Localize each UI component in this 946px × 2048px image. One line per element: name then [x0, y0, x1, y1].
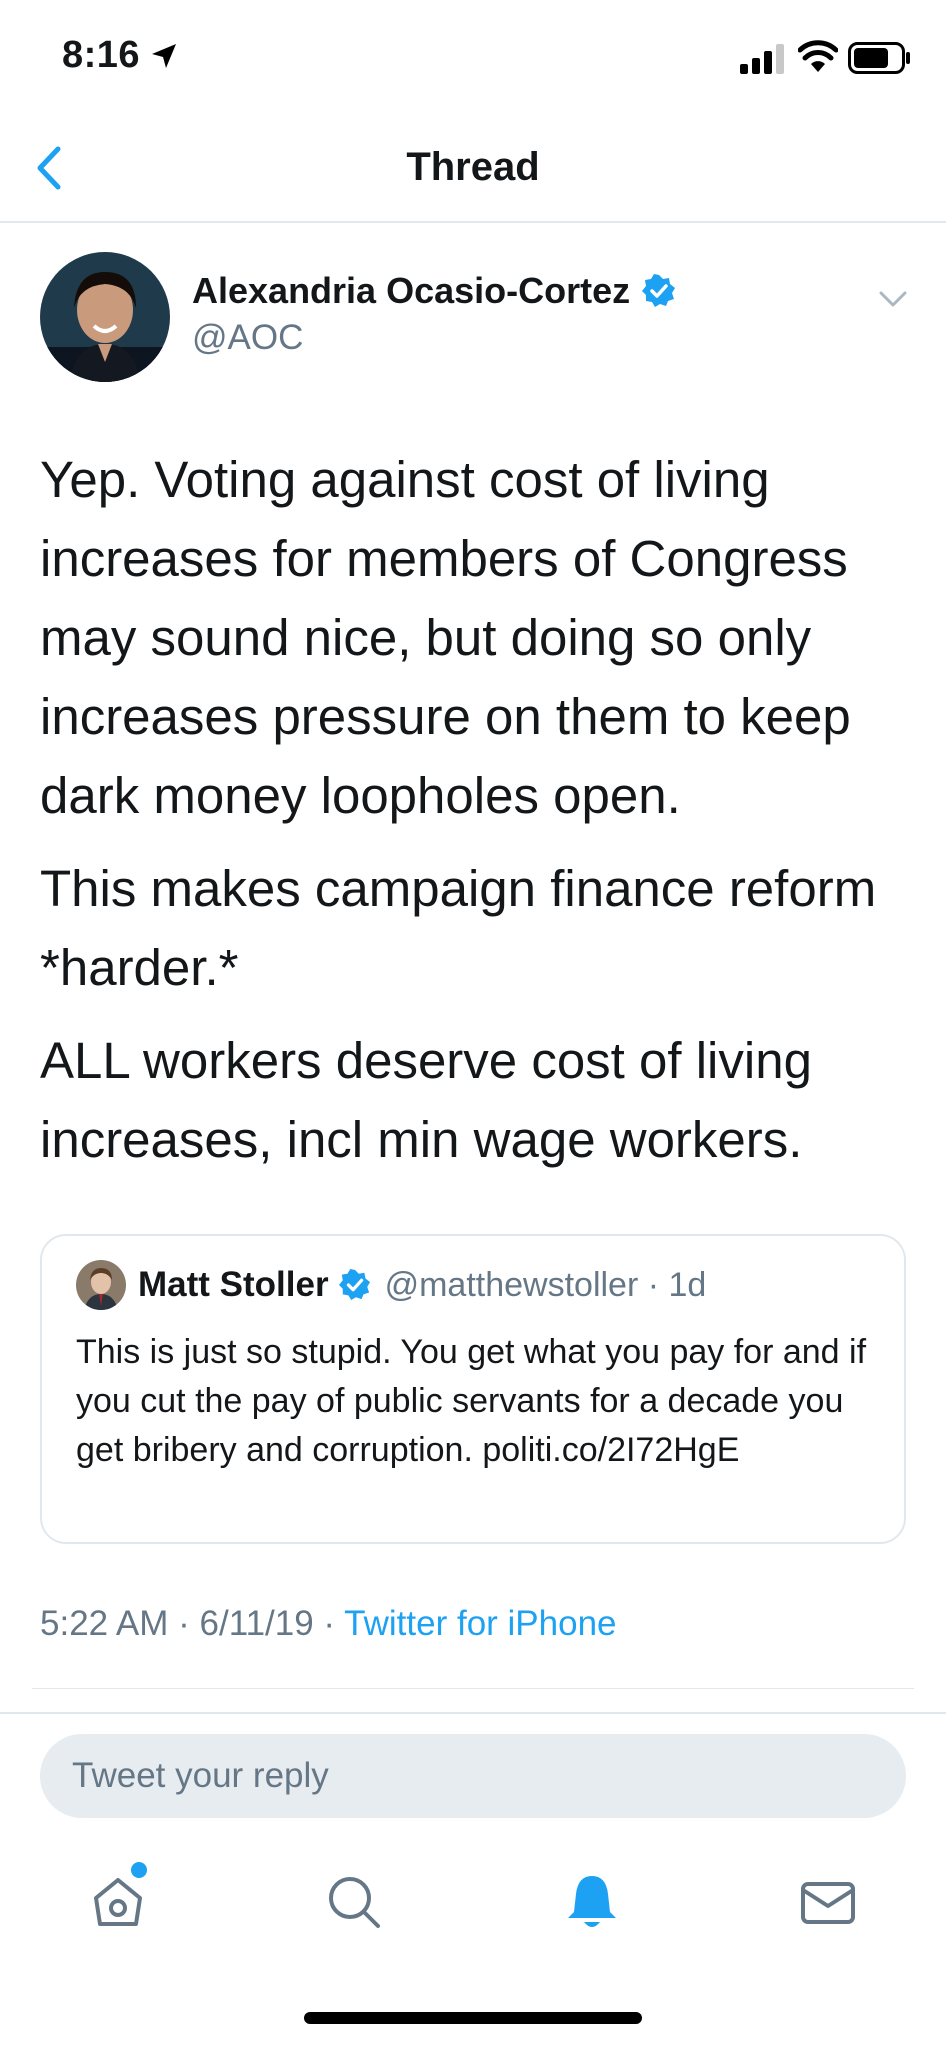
quoted-tweet-header: Matt Stoller @matthewstoller · 1d — [76, 1260, 706, 1310]
tweet-paragraph: This makes campaign finance reform *hard… — [40, 860, 877, 996]
divider — [32, 1688, 914, 1689]
cellular-signal-icon — [740, 44, 784, 74]
home-icon[interactable] — [88, 1872, 148, 1932]
tweet-source-link[interactable]: Twitter for iPhone — [344, 1604, 616, 1643]
mail-icon[interactable] — [798, 1872, 858, 1932]
chevron-down-icon[interactable] — [876, 282, 910, 316]
tweet-paragraph: Yep. Voting against cost of living incre… — [40, 451, 851, 824]
tweet-timestamp: 5:22 AM · 6/11/19 · — [40, 1604, 345, 1643]
quoted-tweet-text: This is just so stupid. You get what you… — [76, 1333, 867, 1469]
tweet-body: Yep. Voting against cost of living incre… — [40, 440, 920, 1193]
quoted-author-name: Matt Stoller — [138, 1265, 329, 1304]
status-bar: 8:16 — [0, 0, 946, 115]
tweet-paragraph: ALL workers deserve cost of living incre… — [40, 1032, 812, 1168]
search-icon[interactable] — [324, 1872, 384, 1932]
author-name-text: Alexandria Ocasio-Cortez — [192, 270, 631, 311]
author-handle[interactable]: @AOC — [192, 318, 303, 358]
quoted-tweet[interactable]: Matt Stoller @matthewstoller · 1d This i… — [40, 1234, 906, 1544]
verified-badge-icon — [642, 274, 676, 307]
author-avatar[interactable] — [40, 252, 170, 382]
divider — [0, 1712, 946, 1714]
bell-icon[interactable] — [562, 1872, 622, 1932]
battery-icon — [848, 42, 910, 74]
verified-badge-icon — [338, 1269, 370, 1301]
quoted-author-avatar — [76, 1260, 126, 1310]
status-time: 8:16 — [62, 34, 141, 76]
new-content-dot — [131, 1862, 147, 1878]
page-title: Thread — [406, 145, 540, 189]
wifi-icon — [798, 40, 838, 72]
nav-bar: Thread — [0, 115, 946, 223]
avatar-image — [40, 252, 170, 382]
reply-placeholder: Tweet your reply — [72, 1756, 329, 1795]
quoted-author-handle: @matthewstoller · 1d — [384, 1265, 707, 1304]
home-indicator[interactable] — [304, 2012, 642, 2024]
thread-screen: 8:16 Thread Alexandria Ocasio-Cortez @AO… — [0, 0, 946, 2048]
location-arrow-icon — [152, 44, 176, 68]
tweet-meta: 5:22 AM · 6/11/19 · Twitter for iPhone — [40, 1604, 617, 1644]
reply-input[interactable]: Tweet your reply — [40, 1734, 906, 1818]
quoted-avatar-image — [76, 1260, 126, 1310]
author-name[interactable]: Alexandria Ocasio-Cortez — [192, 270, 676, 312]
